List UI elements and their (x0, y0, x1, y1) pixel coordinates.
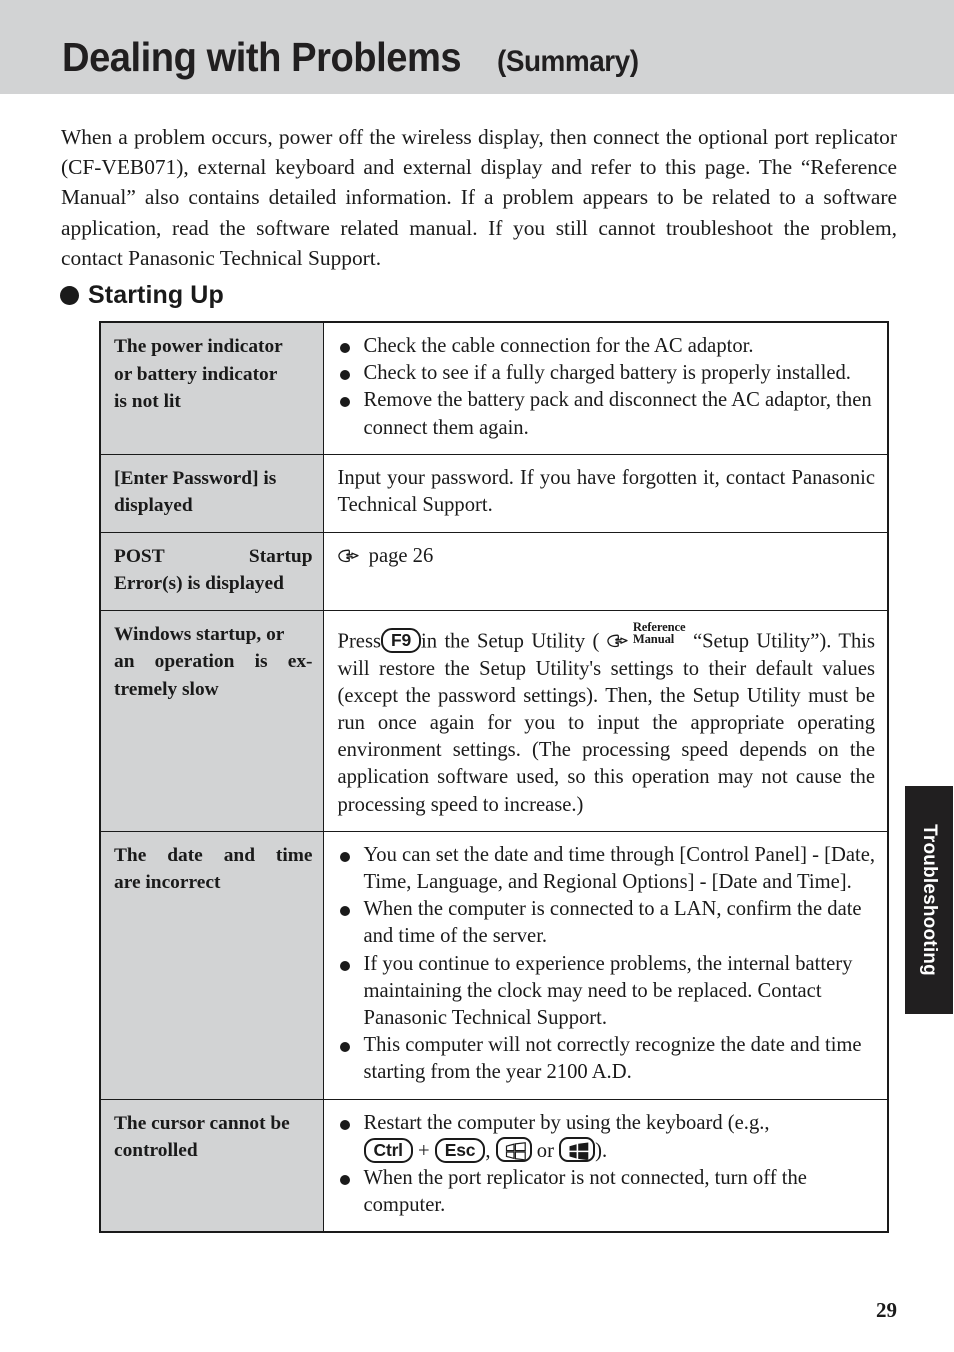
problem-cell: The date and time are incorrect (99, 830, 324, 1100)
key-badge-f9[interactable]: F9 (380, 628, 422, 654)
problem-cell: [Enter Password] is displayed (99, 453, 324, 533)
filled-circle-icon (60, 286, 79, 305)
reference-manual-line2: Manual (632, 632, 675, 647)
page-title-main: Dealing with Problems (62, 34, 462, 80)
problem-line: or battery indicator (114, 363, 278, 385)
press-label: Press (337, 630, 381, 653)
troubleshooting-table: The power indicator or battery indicator… (99, 321, 889, 1234)
side-tab-label: Troubleshooting (919, 824, 940, 976)
problem-line: The power indicator (114, 336, 283, 357)
problem-line: an operation is ex- (114, 651, 313, 673)
problem-cell: Windows startup, or an operation is ex- … (99, 609, 324, 832)
page-reference-label: page 26 (368, 544, 434, 567)
list-item: When the computer is connected to a LAN,… (338, 896, 876, 950)
problem-line: are incorrect (114, 872, 221, 894)
problem-line: Windows startup, or (114, 623, 285, 645)
problem-line: Error(s) is displayed (114, 573, 284, 595)
reference-manual-label: Reference Manual (633, 621, 686, 646)
page-title: Dealing with Problems (Summary) (62, 34, 649, 81)
solution-cell: Check the cable connection for the AC ad… (322, 321, 889, 455)
page-title-sub: (Summary) (497, 45, 639, 78)
plus-sign: + (418, 1139, 430, 1162)
problem-line: [Enter Password] is (114, 467, 277, 489)
setup-utility-rest: This will restore the Setup Utility's se… (337, 630, 876, 816)
problem-line: is not lit (114, 391, 181, 412)
solution-cell: page 26 (322, 531, 889, 611)
problem-cell: The cursor cannot be controlled (99, 1098, 324, 1233)
solution-cell: Restart the computer by using the keyboa… (322, 1098, 889, 1233)
solution-cell: Press F9 in the Setup Utility ( Reference M… (322, 609, 889, 832)
pointing-hand-icon (337, 548, 364, 564)
solution-bullet-list: Check the cable connection for the AC ad… (338, 333, 876, 442)
problem-cell: POST Startup Error(s) is displayed (99, 531, 324, 611)
list-item: If you continue to experience problems, … (338, 951, 876, 1033)
table-row: The cursor cannot be controlled Restart … (99, 1098, 889, 1233)
solution-bullet-list: You can set the date and time through [C… (338, 842, 876, 1087)
restart-instruction-text: Restart the computer by using the keyboa… (363, 1111, 770, 1134)
table-row: The power indicator or battery indicator… (99, 321, 889, 455)
windows-key-solid-icon[interactable] (559, 1136, 596, 1162)
solution-cell: Input your password. If you have forgott… (322, 453, 889, 533)
list-item: Remove the battery pack and disconnect t… (338, 387, 876, 441)
closing-paren: ). (595, 1139, 608, 1162)
list-item: Check to see if a fully charged battery … (338, 360, 876, 387)
intro-paragraph: When a problem occurs, power off the wir… (61, 125, 897, 270)
page-reference: page 26 (337, 543, 876, 570)
problem-line: The cursor cannot be (114, 1112, 290, 1134)
solution-paragraph: Input your password. If you have forgott… (337, 466, 876, 517)
problem-cell: The power indicator or battery indicator… (99, 321, 324, 455)
or-separator: or (536, 1139, 554, 1162)
pointing-hand-icon (607, 633, 633, 649)
section-heading-label: Starting Up (88, 281, 224, 309)
table-row: The date and time are incorrect You can … (99, 830, 889, 1100)
solution-bullet-list: Restart the computer by using the keyboa… (338, 1110, 876, 1220)
problem-line: POST Startup (114, 545, 313, 567)
section-side-tab: Troubleshooting (905, 786, 953, 1014)
table-row: [Enter Password] is displayed Input your… (99, 453, 889, 533)
page-number: 29 (876, 1298, 897, 1322)
windows-key-outline-icon[interactable] (495, 1136, 532, 1162)
list-item: This computer will not correctly recogni… (338, 1032, 876, 1086)
list-item: When the port replicator is not connecte… (338, 1165, 876, 1219)
list-item: Check the cable connection for the AC ad… (338, 333, 876, 360)
table-row: Windows startup, or an operation is ex- … (99, 609, 889, 832)
after-key-text: in the Setup Utility ( (421, 630, 600, 653)
setup-utility-quote: “Setup Utility”). (692, 630, 832, 653)
comma-separator: , (485, 1139, 491, 1162)
setup-utility-instruction: Press F9 in the Setup Utility ( Reference M… (338, 621, 876, 819)
page-header-band: Dealing with Problems (Summary) (0, 0, 954, 94)
list-item: Restart the computer by using the keyboa… (338, 1110, 876, 1165)
section-heading-starting-up: Starting Up (60, 281, 224, 310)
solution-cell: You can set the date and time through [C… (322, 830, 889, 1100)
problem-line: displayed (114, 495, 193, 517)
problem-line: controlled (114, 1140, 198, 1162)
list-item: You can set the date and time through [C… (338, 842, 875, 896)
table-row: POST Startup Error(s) is displayed page … (99, 531, 889, 611)
problem-line: tremely slow (114, 678, 219, 700)
key-badge-ctrl[interactable]: Ctrl (363, 1137, 413, 1163)
key-badge-esc[interactable]: Esc (434, 1137, 486, 1163)
problem-line: The date and time (114, 844, 313, 866)
